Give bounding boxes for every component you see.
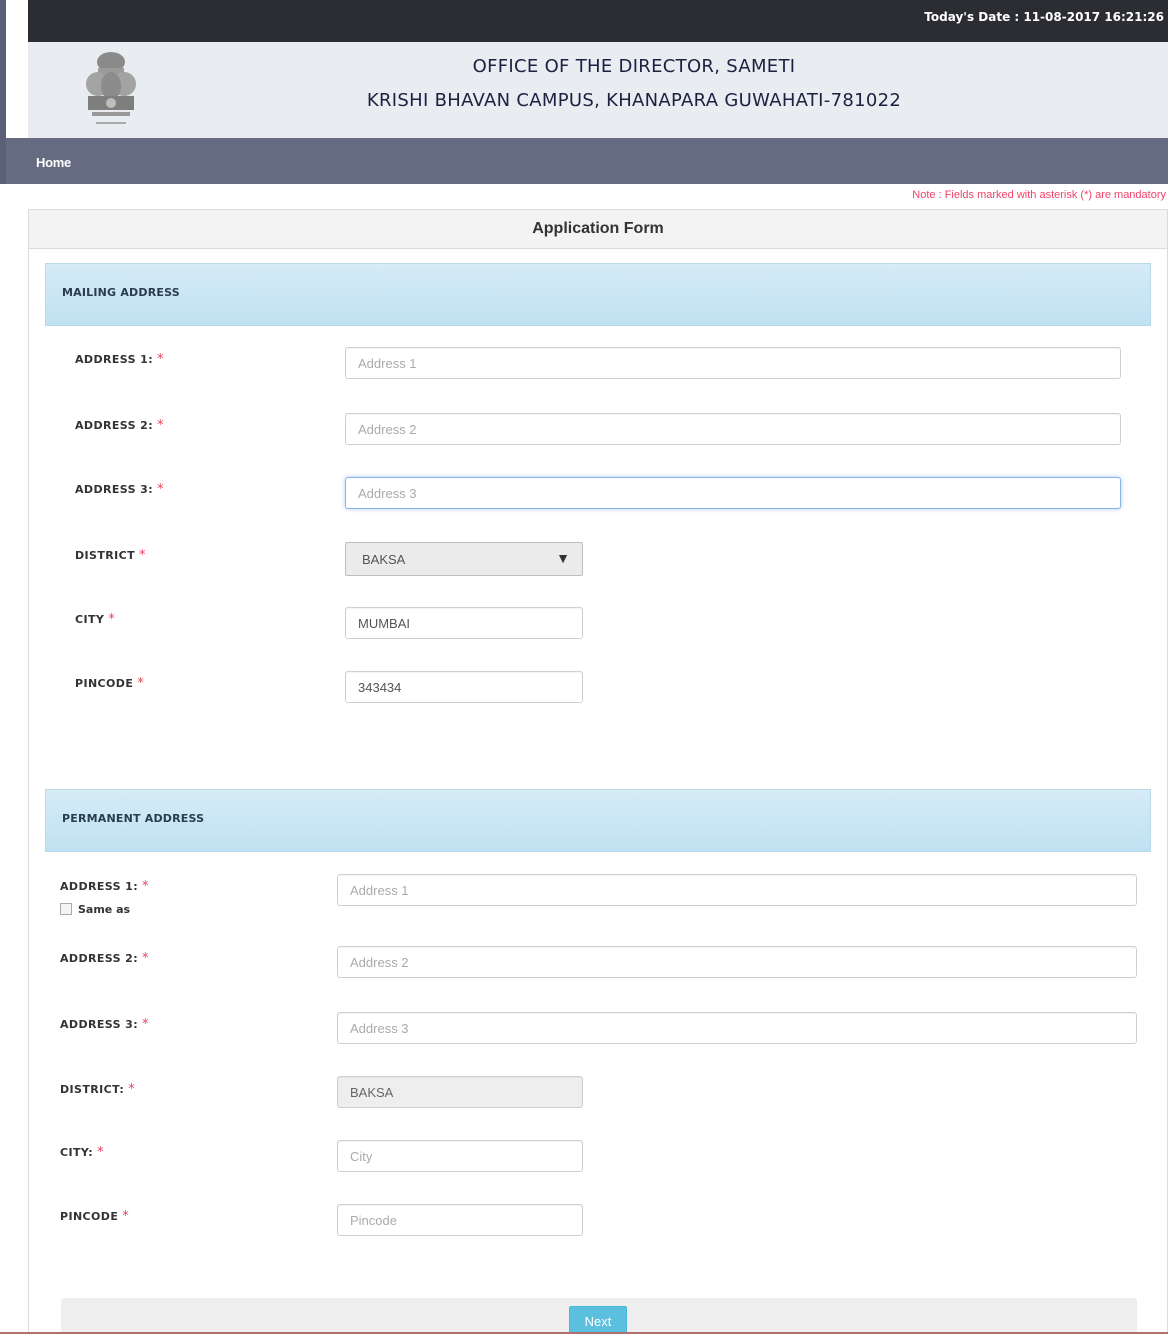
mailing-district-value: BAKSA [362, 552, 406, 567]
permanent-address3-label: ADDRESS 3: * [60, 1017, 149, 1032]
current-date: Today's Date : 11-08-2017 16:21:26 [924, 10, 1164, 24]
mailing-pincode-label: PINCODE * [75, 676, 145, 691]
same-as-label: Same as [78, 903, 131, 916]
office-address: KRISHI BHAVAN CAMPUS, KHANAPARA GUWAHATI… [366, 90, 902, 111]
permanent-address1-input[interactable] [337, 874, 1137, 906]
permanent-address-title: PERMANENT ADDRESS [62, 812, 205, 825]
permanent-address2-input[interactable] [337, 946, 1137, 978]
mailing-city-label: CITY * [75, 612, 116, 627]
mailing-address1-label: ADDRESS 1: * [75, 352, 164, 367]
permanent-district-field [337, 1076, 583, 1108]
permanent-city-label: CITY: * [60, 1145, 104, 1160]
mailing-address3-label: ADDRESS 3: * [75, 482, 164, 497]
permanent-pincode-label: PINCODE * [60, 1209, 130, 1224]
nav-home-link[interactable]: Home [36, 155, 71, 170]
same-as-checkbox-row[interactable]: Same as [60, 903, 130, 916]
same-as-checkbox[interactable] [60, 903, 72, 915]
mailing-address-title: MAILING ADDRESS [62, 286, 180, 299]
mailing-district-select[interactable]: BAKSA ▼ [345, 542, 583, 576]
mailing-city-input[interactable] [345, 607, 583, 639]
top-bar: Today's Date : 11-08-2017 16:21:26 [28, 0, 1168, 42]
permanent-pincode-input[interactable] [337, 1204, 583, 1236]
dropdown-arrow-icon: ▼ [556, 550, 570, 566]
mailing-pincode-input[interactable] [345, 671, 583, 703]
permanent-city-input[interactable] [337, 1140, 583, 1172]
permanent-address2-label: ADDRESS 2: * [60, 951, 149, 966]
mailing-address3-input[interactable] [345, 477, 1121, 509]
permanent-address3-input[interactable] [337, 1012, 1137, 1044]
mailing-address1-input[interactable] [345, 347, 1121, 379]
mailing-address2-input[interactable] [345, 413, 1121, 445]
permanent-district-label: DISTRICT: * [60, 1082, 136, 1097]
nav-bar: Home [6, 138, 1168, 184]
permanent-address1-label: ADDRESS 1: * [60, 879, 149, 894]
mandatory-note: Note : Fields marked with asterisk (*) a… [912, 189, 1166, 201]
next-button[interactable]: Next [569, 1306, 627, 1334]
application-form-panel: Application Form MAILING ADDRESS ADDRESS… [28, 209, 1168, 1334]
mailing-address2-label: ADDRESS 2: * [75, 418, 164, 433]
mailing-address-section-header: MAILING ADDRESS [45, 263, 1151, 326]
page-header: OFFICE OF THE DIRECTOR, SAMETI KRISHI BH… [28, 42, 1168, 138]
office-title: OFFICE OF THE DIRECTOR, SAMETI [472, 56, 796, 77]
form-title: Application Form [29, 210, 1167, 249]
permanent-address-section-header: PERMANENT ADDRESS [45, 789, 1151, 852]
mailing-district-label: DISTRICT * [75, 548, 146, 563]
form-footer: Next [61, 1298, 1137, 1334]
